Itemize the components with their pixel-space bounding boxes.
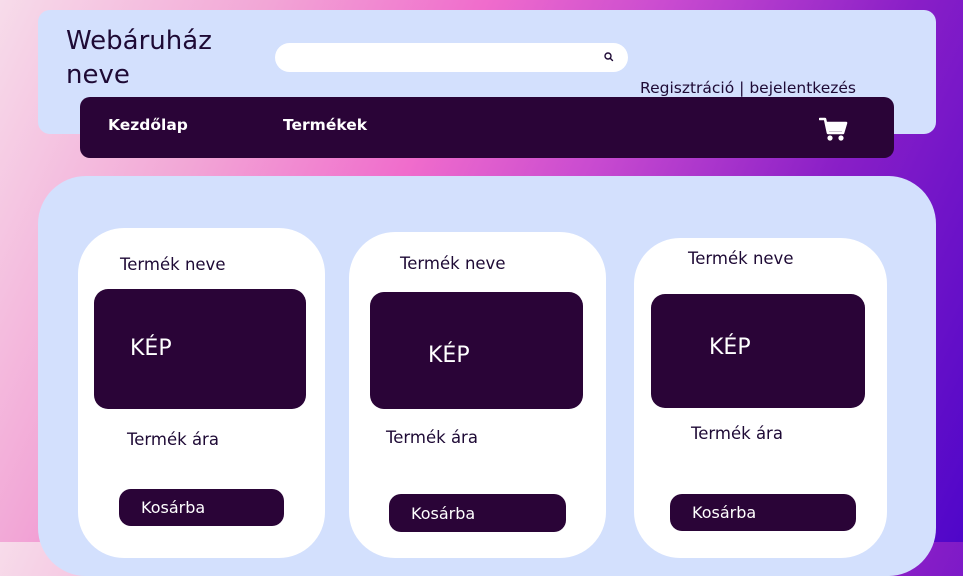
product-image-label: KÉP [130,336,172,361]
navbar: Kezdőlap Termékek [80,97,894,158]
nav-item-home[interactable]: Kezdőlap [108,116,188,134]
product-price: Termék ára [691,424,783,443]
product-name: Termék neve [688,249,794,268]
product-card: Termék neve KÉP Termék ára Kosárba [634,238,887,558]
product-image: KÉP [94,289,306,409]
product-card: Termék neve KÉP Termék ára Kosárba [349,232,606,558]
login-link[interactable]: bejelentkezés [749,79,856,97]
nav-item-products[interactable]: Termékek [283,116,367,134]
register-link[interactable]: Regisztráció [640,79,734,97]
product-name: Termék neve [120,255,226,274]
product-image: KÉP [651,294,865,408]
product-price: Termék ára [127,430,219,449]
product-image: KÉP [370,292,583,409]
product-price: Termék ára [386,428,478,447]
auth-links: Regisztráció | bejelentkezés [640,79,856,97]
auth-separator: | [739,79,745,97]
cart-icon[interactable] [819,116,849,142]
add-to-cart-button[interactable]: Kosárba [670,494,856,531]
product-image-label: KÉP [709,335,751,360]
product-card: Termék neve KÉP Termék ára Kosárba [78,228,325,558]
search-input[interactable] [275,43,628,72]
add-to-cart-button[interactable]: Kosárba [119,489,284,526]
product-name: Termék neve [400,254,506,273]
product-image-label: KÉP [428,343,470,368]
add-to-cart-button[interactable]: Kosárba [389,494,566,532]
search-icon[interactable] [601,49,617,65]
store-name: Webáruház neve [66,26,212,90]
